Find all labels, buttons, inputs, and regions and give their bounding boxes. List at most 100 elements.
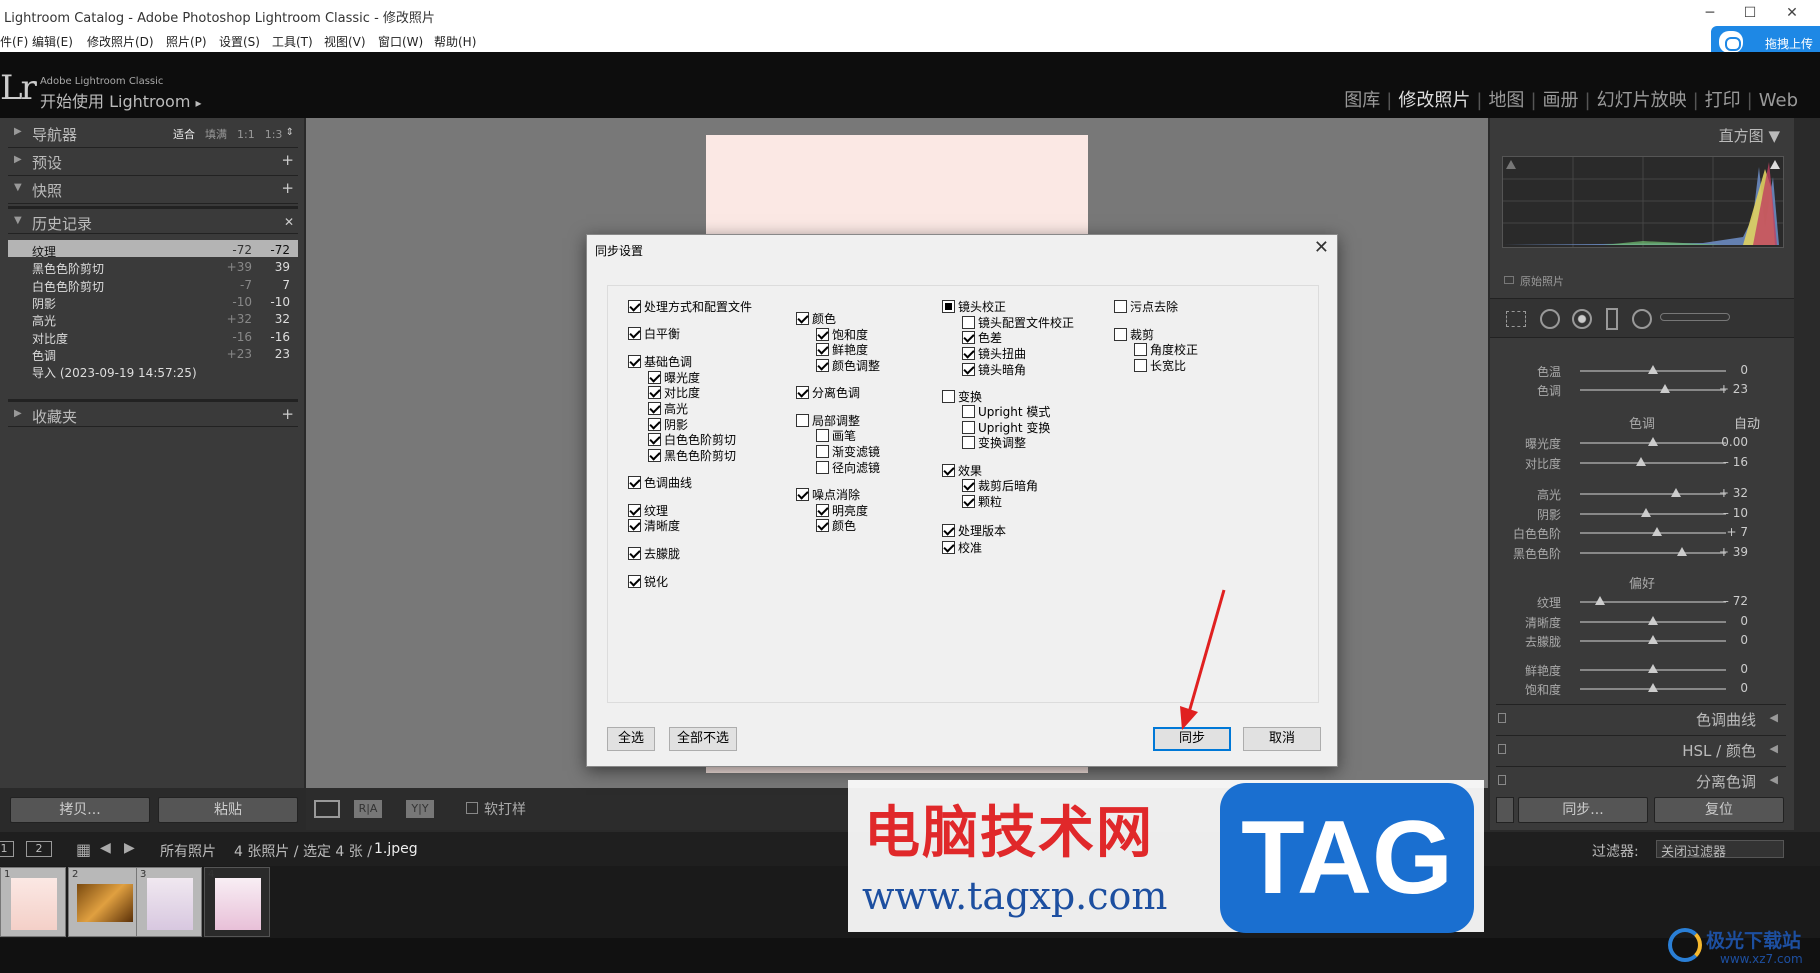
panel-toggle-icon[interactable] (1498, 744, 1506, 754)
slider-thumb[interactable] (1659, 384, 1670, 393)
history-item[interactable]: 高光 +32 32 (8, 309, 298, 328)
copy-settings-button[interactable]: 拷贝... (10, 797, 150, 823)
checkbox-box[interactable] (942, 300, 955, 313)
slider-value[interactable]: 0 (1708, 681, 1748, 695)
settings-checkbox[interactable]: 黑色色阶剪切 (648, 447, 736, 464)
history-item[interactable]: 对比度 -16 -16 (8, 326, 298, 346)
checkbox-box[interactable] (962, 479, 975, 492)
history-header[interactable]: ▼ 历史记录 ✕ (8, 206, 298, 234)
slider-value[interactable]: 0 (1708, 633, 1748, 647)
checkbox-box[interactable] (816, 328, 829, 341)
checkbox-box[interactable] (796, 386, 809, 399)
filmstrip-file[interactable]: 1.jpeg (374, 841, 418, 857)
history-item[interactable]: 导入 (2023-09-19 14:57:25) (8, 361, 298, 380)
settings-checkbox[interactable]: 对比度 (648, 384, 700, 401)
identity-line2[interactable]: 开始使用 Lightroom ▸ (40, 88, 202, 112)
checkbox-box[interactable] (648, 418, 661, 431)
checkbox-box[interactable] (942, 541, 955, 554)
module-tab[interactable]: 地图 (1488, 90, 1524, 111)
slider-value[interactable]: + 32 (1708, 486, 1748, 500)
menu-item[interactable]: 设置(S) (219, 33, 260, 50)
navigator-header[interactable]: ▶ 导航器 适合 填满 1:1 1:3 ⇕ (8, 120, 298, 148)
checkbox-box[interactable] (816, 429, 829, 442)
slider-value[interactable]: – 72 (1708, 594, 1748, 608)
settings-checkbox[interactable]: 渐变滤镜 (816, 443, 880, 460)
panel-toggle-icon[interactable] (1498, 775, 1506, 785)
settings-checkbox[interactable]: 校准 (942, 539, 982, 556)
settings-checkbox[interactable]: 清晰度 (628, 517, 680, 534)
settings-checkbox[interactable]: 高光 (648, 400, 688, 417)
clear-history-button[interactable]: ✕ (284, 215, 294, 229)
filmstrip-thumbnail[interactable]: 2 (68, 867, 140, 937)
checkbox-box[interactable] (648, 433, 661, 446)
checkbox-box[interactable] (962, 405, 975, 418)
checkbox-box[interactable] (942, 524, 955, 537)
highlight-clip-icon[interactable] (1770, 160, 1780, 169)
menu-item[interactable]: 编辑(E) (32, 33, 73, 50)
settings-checkbox[interactable]: 颗粒 (962, 493, 1002, 510)
settings-checkbox[interactable]: 锐化 (628, 573, 668, 590)
checkbox-box[interactable] (628, 504, 641, 517)
zoom-option[interactable]: 1:3 (265, 128, 283, 141)
settings-checkbox[interactable]: Upright 模式 (962, 403, 1050, 420)
checkbox-box[interactable] (796, 414, 809, 427)
panel-section[interactable]: 分离色调 ◀ (1496, 766, 1786, 794)
module-tab[interactable]: 画册 (1543, 90, 1579, 111)
checkbox-box[interactable] (1114, 328, 1127, 341)
settings-checkbox[interactable]: 颜色 (816, 517, 856, 534)
slider-value[interactable]: 0.00 (1708, 435, 1748, 449)
snapshots-header[interactable]: ▼ 快照 + (8, 176, 298, 204)
slider-value[interactable]: + 7 (1708, 525, 1748, 539)
settings-checkbox[interactable]: 长宽比 (1134, 357, 1186, 374)
settings-checkbox[interactable]: 镜头校正 (942, 298, 1006, 315)
checkbox-box[interactable] (962, 316, 975, 329)
slider-value[interactable]: + 23 (1708, 382, 1748, 396)
history-item[interactable]: 黑色色阶剪切 +39 39 (8, 257, 298, 276)
history-item[interactable]: 白色色阶剪切 -7 7 (8, 274, 298, 294)
checkbox-box[interactable] (796, 312, 809, 325)
checkbox-box[interactable] (628, 300, 641, 313)
settings-checkbox[interactable]: 颜色 (796, 310, 836, 327)
history-item[interactable]: 纹理 -72 -72 (8, 240, 298, 259)
settings-checkbox[interactable]: 颜色调整 (816, 357, 880, 374)
module-tab[interactable]: 幻灯片放映 (1597, 90, 1687, 111)
checkbox-box[interactable] (816, 461, 829, 474)
zoom-option[interactable]: 1:1 (237, 128, 255, 141)
slider-track[interactable] (1580, 461, 1726, 464)
checkbox-box[interactable] (816, 504, 829, 517)
collections-header[interactable]: ▶ 收藏夹 + (8, 399, 298, 427)
slider-thumb[interactable] (1648, 635, 1658, 644)
settings-checkbox[interactable]: 径向滤镜 (816, 459, 880, 476)
checkbox-box[interactable] (962, 331, 975, 344)
checkbox-box[interactable] (648, 386, 661, 399)
soft-proof-checkbox[interactable] (466, 802, 478, 814)
settings-checkbox[interactable]: 基础色调 (628, 353, 692, 370)
page-1-button[interactable]: 1 (0, 841, 14, 857)
slider-thumb[interactable] (1652, 527, 1663, 536)
settings-checkbox[interactable]: 角度校正 (1134, 341, 1198, 358)
slider-value[interactable]: – 16 (1708, 455, 1748, 469)
shadow-clip-icon[interactable] (1506, 160, 1516, 169)
histogram-title[interactable]: 直方图 ▼ (1719, 125, 1780, 146)
slider-track[interactable] (1580, 389, 1726, 391)
checkbox-box[interactable] (962, 347, 975, 360)
panel-toggle-icon[interactable] (1498, 713, 1506, 723)
settings-checkbox[interactable]: 镜头暗角 (962, 361, 1026, 378)
slider-value[interactable]: + 39 (1708, 545, 1748, 559)
maximize-button[interactable]: ☐ (1740, 5, 1760, 25)
checkbox-box[interactable] (648, 402, 661, 415)
settings-checkbox[interactable]: 变换调整 (962, 434, 1026, 451)
loupe-view-icon[interactable] (314, 800, 340, 818)
checkbox-box[interactable] (796, 488, 809, 501)
select-none-button[interactable]: 全部不选 (669, 727, 737, 751)
select-all-button[interactable]: 全选 (607, 727, 655, 751)
sync-button[interactable]: 同步... (1518, 797, 1648, 823)
checkbox-box[interactable] (628, 355, 641, 368)
settings-checkbox[interactable]: 噪点消除 (796, 486, 860, 503)
page-2-button[interactable]: 2 (26, 841, 52, 857)
radial-filter-icon[interactable] (1632, 309, 1652, 329)
dialog-close-button[interactable]: ✕ (1314, 237, 1329, 258)
checkbox-box[interactable] (962, 421, 975, 434)
menu-item[interactable]: 修改照片(D) (87, 33, 154, 50)
slider-thumb[interactable] (1640, 507, 1651, 517)
